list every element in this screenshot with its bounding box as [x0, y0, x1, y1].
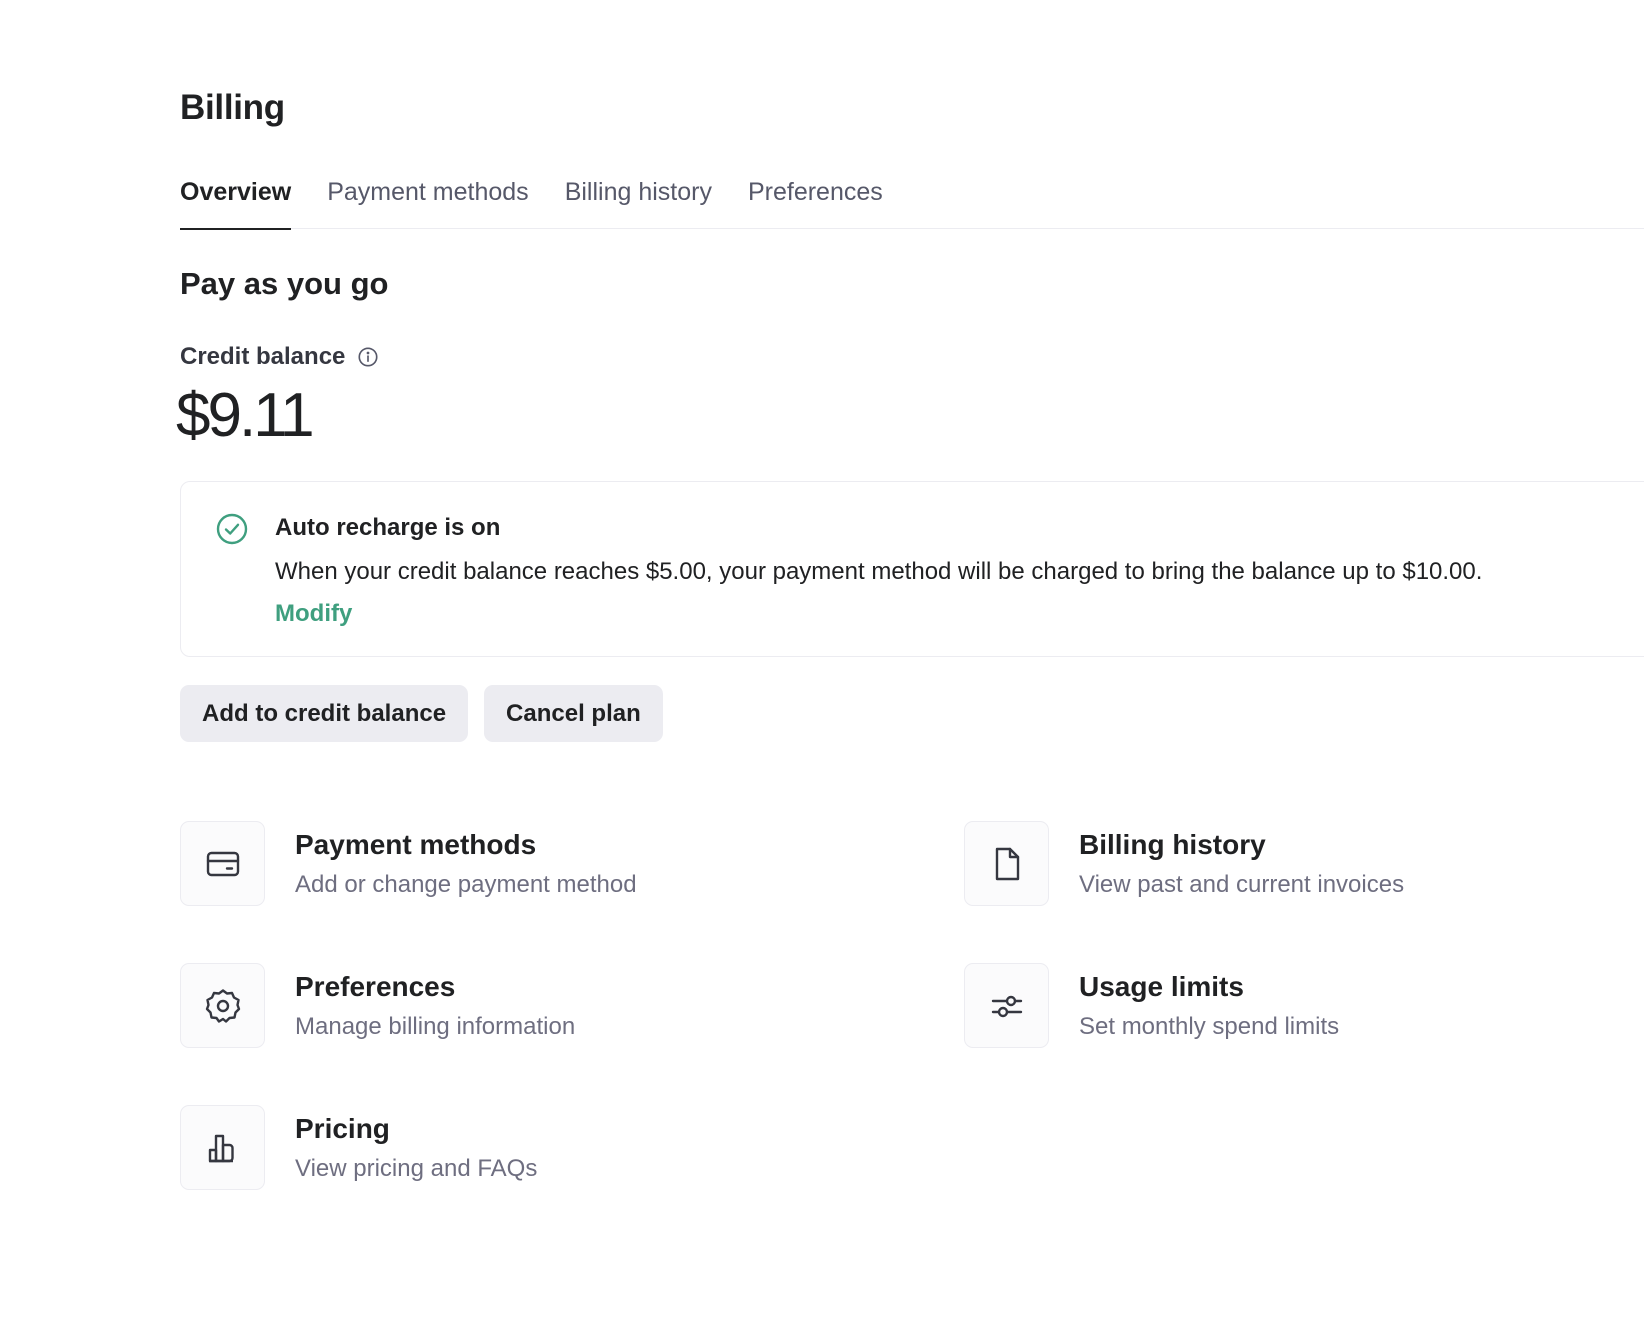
tab-preferences[interactable]: Preferences	[748, 170, 883, 228]
card-payment-methods[interactable]: Payment methods Add or change payment me…	[180, 821, 637, 906]
card-title: Pricing	[295, 1113, 390, 1144]
billing-tabs: Overview Payment methods Billing history…	[180, 170, 1644, 230]
info-icon[interactable]	[357, 346, 379, 368]
tab-payment-methods[interactable]: Payment methods	[327, 170, 529, 228]
plan-title: Pay as you go	[180, 266, 389, 301]
card-title: Usage limits	[1079, 971, 1244, 1002]
plan-actions: Add to credit balance Cancel plan	[180, 685, 663, 742]
card-billing-history[interactable]: Billing history View past and current in…	[964, 821, 1404, 906]
tab-billing-history[interactable]: Billing history	[565, 170, 712, 228]
card-subtitle: Set monthly spend limits	[1079, 1013, 1340, 1040]
check-circle-icon	[215, 512, 249, 546]
card-pricing[interactable]: Pricing View pricing and FAQs	[180, 1105, 537, 1190]
auto-recharge-notice: Auto recharge is on When your credit bal…	[180, 481, 1644, 657]
bar-chart-icon	[180, 1105, 265, 1190]
credit-balance-amount: $9.11	[176, 381, 315, 450]
auto-recharge-description: When your credit balance reaches $5.00, …	[275, 558, 1483, 585]
cancel-plan-button[interactable]: Cancel plan	[484, 685, 663, 742]
document-icon	[964, 821, 1049, 906]
credit-card-icon	[180, 821, 265, 906]
card-title: Billing history	[1079, 829, 1266, 860]
card-title: Payment methods	[295, 829, 537, 860]
card-preferences[interactable]: Preferences Manage billing information	[180, 963, 575, 1048]
sliders-icon	[964, 963, 1049, 1048]
card-subtitle: Manage billing information	[295, 1013, 576, 1040]
card-title: Preferences	[295, 971, 456, 1002]
auto-recharge-title: Auto recharge is on	[275, 514, 501, 541]
add-to-credit-balance-button[interactable]: Add to credit balance	[180, 685, 469, 742]
card-usage-limits[interactable]: Usage limits Set monthly spend limits	[964, 963, 1339, 1048]
card-subtitle: Add or change payment method	[295, 871, 637, 898]
credit-balance-label: Credit balance	[180, 343, 379, 371]
card-subtitle: View pricing and FAQs	[295, 1155, 538, 1182]
billing-page: Billing Overview Payment methods Billing…	[0, 0, 1644, 1334]
page-title: Billing	[180, 88, 285, 127]
tab-overview[interactable]: Overview	[180, 170, 292, 230]
gear-icon	[180, 963, 265, 1048]
modify-link[interactable]: Modify	[275, 600, 352, 628]
card-subtitle: View past and current invoices	[1079, 871, 1405, 898]
credit-balance-label-text: Credit balance	[180, 343, 346, 370]
